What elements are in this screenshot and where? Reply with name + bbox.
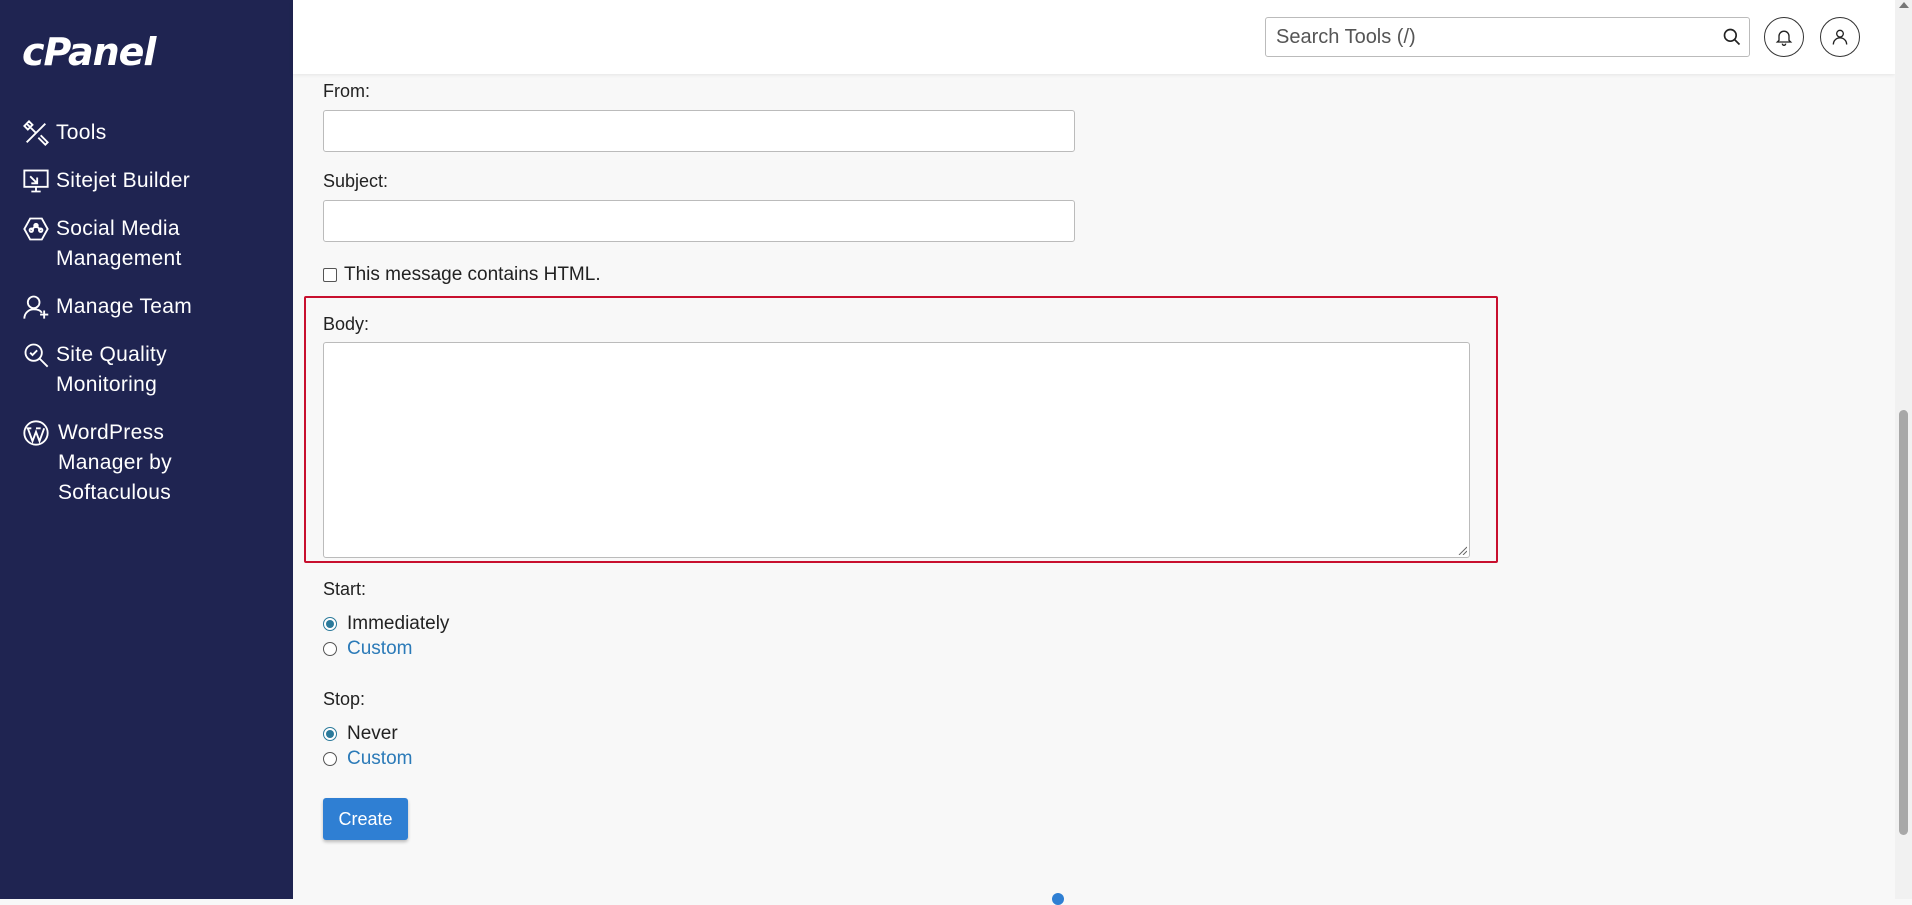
sidebar-item-sitejet-builder[interactable]: Sitejet Builder — [0, 160, 293, 202]
sidebar-nav: Tools Sitejet Builder Social Media Manag… — [0, 112, 293, 514]
sidebar: cPanel Tools Sitejet Builder Social Medi… — [0, 0, 293, 899]
page-scrollbar[interactable] — [1895, 0, 1912, 899]
stop-custom-radio[interactable] — [323, 752, 337, 766]
from-input[interactable] — [323, 110, 1075, 152]
sidebar-item-wordpress-manager[interactable]: WordPress Manager by Softaculous — [0, 412, 293, 514]
stop-never-label: Never — [347, 723, 398, 744]
html-checkbox-label: This message contains HTML. — [344, 264, 601, 285]
resize-handle-icon[interactable] — [1457, 545, 1467, 555]
stop-never-option[interactable]: Never — [323, 723, 398, 745]
tools-icon — [22, 118, 56, 148]
body-textarea[interactable] — [323, 342, 1470, 558]
loading-indicator — [1052, 893, 1064, 905]
search-icon[interactable] — [1715, 27, 1749, 47]
manage-team-icon — [22, 292, 56, 322]
html-checkbox-row[interactable]: This message contains HTML. — [323, 264, 601, 286]
sidebar-item-label: Tools — [56, 121, 107, 144]
sidebar-item-label: Sitejet Builder — [56, 169, 191, 192]
create-button[interactable]: Create — [323, 798, 408, 840]
subject-input[interactable] — [323, 200, 1075, 242]
start-custom-radio[interactable] — [323, 642, 337, 656]
html-checkbox[interactable] — [323, 268, 337, 282]
sidebar-item-label: Social Media Management — [56, 217, 182, 270]
search-box[interactable] — [1265, 17, 1750, 57]
top-header — [293, 0, 1895, 74]
site-quality-icon — [22, 340, 56, 370]
start-immediately-option[interactable]: Immediately — [323, 613, 449, 635]
start-immediately-radio[interactable] — [323, 617, 337, 631]
search-input[interactable] — [1266, 19, 1715, 55]
start-immediately-label: Immediately — [347, 613, 450, 634]
stop-custom-option[interactable]: Custom — [323, 748, 412, 770]
sidebar-item-label: WordPress Manager by Softaculous — [58, 421, 172, 504]
social-media-icon — [22, 214, 56, 244]
start-custom-option[interactable]: Custom — [323, 638, 412, 660]
scroll-up-arrow-icon[interactable] — [1899, 2, 1909, 8]
user-icon — [1832, 29, 1848, 45]
stop-custom-label[interactable]: Custom — [347, 748, 412, 770]
sidebar-item-label: Site Quality Monitoring — [56, 343, 167, 396]
start-custom-label[interactable]: Custom — [347, 638, 412, 660]
sidebar-item-tools[interactable]: Tools — [0, 112, 293, 154]
subject-label: Subject: — [323, 171, 389, 191]
scrollbar-thumb[interactable] — [1899, 410, 1908, 835]
bell-icon — [1775, 30, 1793, 46]
sidebar-item-site-quality-monitoring[interactable]: Site Quality Monitoring — [0, 334, 293, 406]
wordpress-icon — [22, 418, 56, 448]
sidebar-item-label: Manage Team — [56, 295, 192, 318]
stop-label: Stop: — [323, 689, 366, 709]
sidebar-item-manage-team[interactable]: Manage Team — [0, 286, 293, 328]
stop-never-radio[interactable] — [323, 727, 337, 741]
sidebar-item-social-media-management[interactable]: Social Media Management — [0, 208, 293, 280]
start-label: Start: — [323, 579, 367, 599]
body-label: Body: — [323, 314, 370, 334]
notifications-button[interactable] — [1764, 17, 1804, 57]
from-label: From: — [323, 81, 370, 101]
user-menu-button[interactable] — [1820, 17, 1860, 57]
cpanel-logo[interactable]: cPanel — [22, 30, 156, 74]
sitejet-icon — [22, 166, 56, 196]
